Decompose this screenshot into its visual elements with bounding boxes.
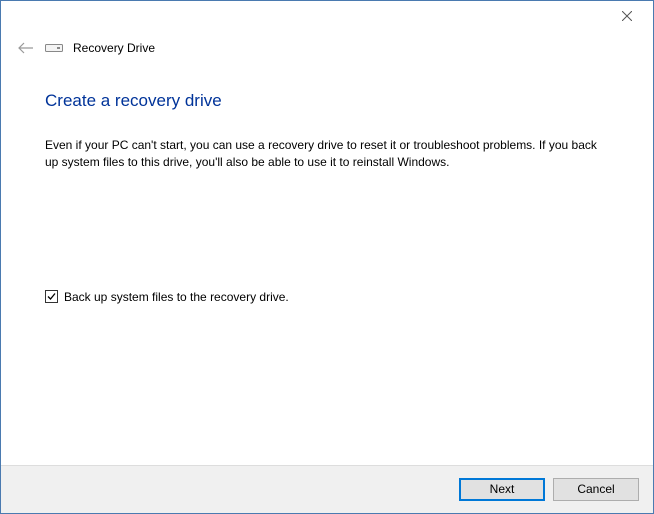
window-title: Recovery Drive — [73, 41, 155, 55]
back-arrow-icon — [18, 42, 34, 54]
backup-checkbox-row[interactable]: Back up system files to the recovery dri… — [45, 290, 609, 304]
content-area: Create a recovery drive Even if your PC … — [1, 57, 653, 304]
drive-icon — [45, 42, 63, 54]
close-button[interactable] — [607, 3, 647, 29]
back-button[interactable] — [17, 39, 35, 57]
page-heading: Create a recovery drive — [45, 91, 609, 111]
backup-checkbox[interactable] — [45, 290, 58, 303]
checkmark-icon — [46, 291, 57, 302]
cancel-button[interactable]: Cancel — [553, 478, 639, 501]
page-description: Even if your PC can't start, you can use… — [45, 137, 605, 172]
backup-checkbox-label: Back up system files to the recovery dri… — [64, 290, 289, 304]
next-button[interactable]: Next — [459, 478, 545, 501]
titlebar — [1, 1, 653, 31]
header-row: Recovery Drive — [1, 31, 653, 57]
close-icon — [622, 11, 632, 21]
footer: Next Cancel — [1, 465, 653, 513]
